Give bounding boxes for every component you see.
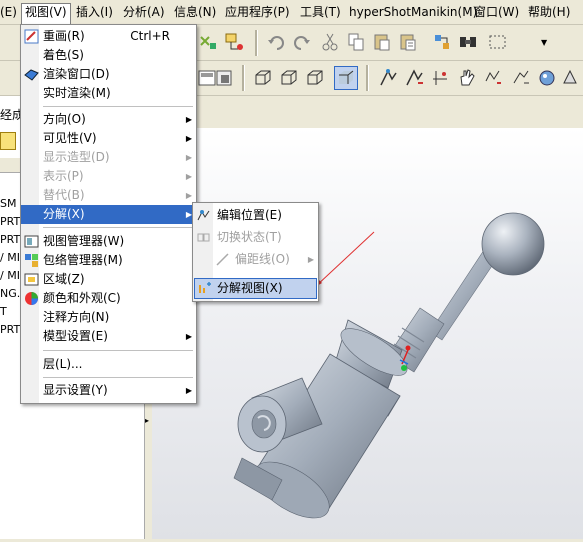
folder-icon[interactable]: [0, 132, 16, 150]
menu-manikin[interactable]: Manikin(M): [411, 4, 477, 20]
menu-insert[interactable]: 插入(I): [76, 4, 113, 20]
toolbar-row-1: ▼: [195, 26, 583, 60]
tree-item[interactable]: PRT: [0, 214, 20, 230]
menu-separator: [43, 377, 193, 378]
cut-icon[interactable]: [319, 31, 341, 53]
graphics-viewport[interactable]: [152, 128, 583, 539]
menu-hypershot[interactable]: hyperShot: [349, 4, 411, 20]
menu-separator: [43, 350, 193, 351]
menu-item-view-manager[interactable]: 视图管理器(W): [21, 232, 196, 251]
copy-icon[interactable]: [345, 31, 367, 53]
submenu-item-toggle-state[interactable]: 切换状态(T): [193, 228, 318, 247]
menu-analysis[interactable]: 分析(A): [123, 4, 165, 20]
menu-item-display-style[interactable]: 显示造型(D) ▶: [21, 148, 196, 167]
select-filter-icon[interactable]: [431, 31, 453, 53]
offset-line-icon: [215, 252, 230, 267]
wireframe-icon[interactable]: [252, 67, 274, 89]
selection-box-icon[interactable]: [487, 31, 509, 53]
shading-icon[interactable]: [334, 66, 358, 90]
appearance-ball-icon[interactable]: [536, 67, 558, 89]
menu-item-realtime-render[interactable]: 实时渲染(M): [21, 84, 196, 103]
chevron-right-icon[interactable]: ▸: [145, 416, 149, 425]
orient-icon[interactable]: [560, 67, 582, 89]
menu-item-layers[interactable]: 层(L)...: [21, 355, 196, 374]
zone-icon: [24, 272, 39, 287]
menu-tools[interactable]: 工具(T): [300, 4, 341, 20]
explode-view-icon: [198, 280, 213, 295]
tree-item[interactable]: PRT: [0, 232, 20, 248]
menu-item-color-appearance[interactable]: 颜色和外观(C): [21, 289, 196, 308]
submenu-item-offset-line[interactable]: 偏距线(O) ▶: [193, 250, 318, 269]
menu-item-substitute[interactable]: 替代(B) ▶: [21, 186, 196, 205]
paste-icon[interactable]: [371, 31, 393, 53]
view-manager-icon: [24, 234, 39, 249]
menu-item-display-settings[interactable]: 显示设置(Y) ▶: [21, 381, 196, 400]
menu-item-orientation[interactable]: 方向(O) ▶: [21, 110, 196, 129]
redo-icon[interactable]: [291, 31, 313, 53]
submenu-item-edit-position[interactable]: 编辑位置(E): [193, 206, 318, 225]
render-window-icon: [24, 67, 39, 82]
chevron-down-icon[interactable]: ▼: [541, 38, 547, 47]
menu-info[interactable]: 信息(N): [174, 4, 216, 20]
layers-icon[interactable]: [213, 67, 235, 89]
menu-item-model-setup[interactable]: 模型设置(E) ▶: [21, 327, 196, 346]
tree-item[interactable]: PRT: [0, 322, 20, 338]
view-menu: 重画(R) Ctrl+R 着色(S) 渲染窗口(D) 实时渲染(M) 方向(O) ▶…: [20, 24, 197, 404]
model-tree-icon[interactable]: [223, 31, 245, 53]
tree-item[interactable]: SM: [0, 196, 16, 212]
envelope-manager-icon: [24, 253, 39, 268]
menu-bar: (E) 视图(V) 插入(I) 分析(A) 信息(N) 应用程序(P) 工具(T…: [0, 0, 583, 25]
tree-item[interactable]: T: [0, 304, 7, 320]
datum-axes-icon[interactable]: [404, 67, 426, 89]
menu-item-zone[interactable]: 区域(Z): [21, 270, 196, 289]
menu-item-representation[interactable]: 表示(P) ▶: [21, 167, 196, 186]
edit-position-icon: [196, 208, 211, 223]
menu-item-annotation-orientation[interactable]: 注释方向(N): [21, 308, 196, 327]
regenerate-icon[interactable]: [197, 31, 219, 53]
submenu-item-explode-view[interactable]: 分解视图(X): [194, 278, 317, 299]
menu-window[interactable]: 窗口(W): [474, 4, 519, 20]
explode-submenu: 编辑位置(E) 切换状态(T) 偏距线(O) ▶ 分解视图(X): [192, 202, 319, 302]
spin-icon[interactable]: [482, 67, 504, 89]
menu-help[interactable]: 帮助(H): [528, 4, 570, 20]
repaint-icon: [24, 29, 39, 44]
annotation-icon[interactable]: [510, 67, 532, 89]
hand-pan-icon[interactable]: [456, 67, 478, 89]
menu-item-render-window[interactable]: 渲染窗口(D): [21, 65, 196, 84]
menu-item-shade[interactable]: 着色(S): [21, 46, 196, 65]
no-hidden-icon[interactable]: [304, 67, 326, 89]
menu-item-explode[interactable]: 分解(X) ▶: [21, 205, 196, 224]
datum-points-icon[interactable]: [430, 67, 452, 89]
toggle-state-icon: [196, 230, 211, 245]
menu-item-envelope-manager[interactable]: 包络管理器(M): [21, 251, 196, 270]
undo-icon[interactable]: [265, 31, 287, 53]
menu-applications[interactable]: 应用程序(P): [225, 4, 290, 20]
menu-edit[interactable]: (E): [0, 4, 17, 20]
menu-separator: [43, 227, 193, 228]
hidden-line-icon[interactable]: [278, 67, 300, 89]
annotation-arrow: [314, 231, 375, 288]
menu-item-visibility[interactable]: 可见性(V) ▶: [21, 129, 196, 148]
menu-item-repaint[interactable]: 重画(R) Ctrl+R: [21, 27, 196, 46]
datum-planes-icon[interactable]: [378, 67, 400, 89]
menu-view[interactable]: 视图(V): [21, 3, 71, 24]
find-icon[interactable]: [457, 31, 479, 53]
paste-special-icon[interactable]: [397, 31, 419, 53]
color-appearance-icon: [24, 291, 39, 306]
menu-separator: [43, 106, 193, 107]
